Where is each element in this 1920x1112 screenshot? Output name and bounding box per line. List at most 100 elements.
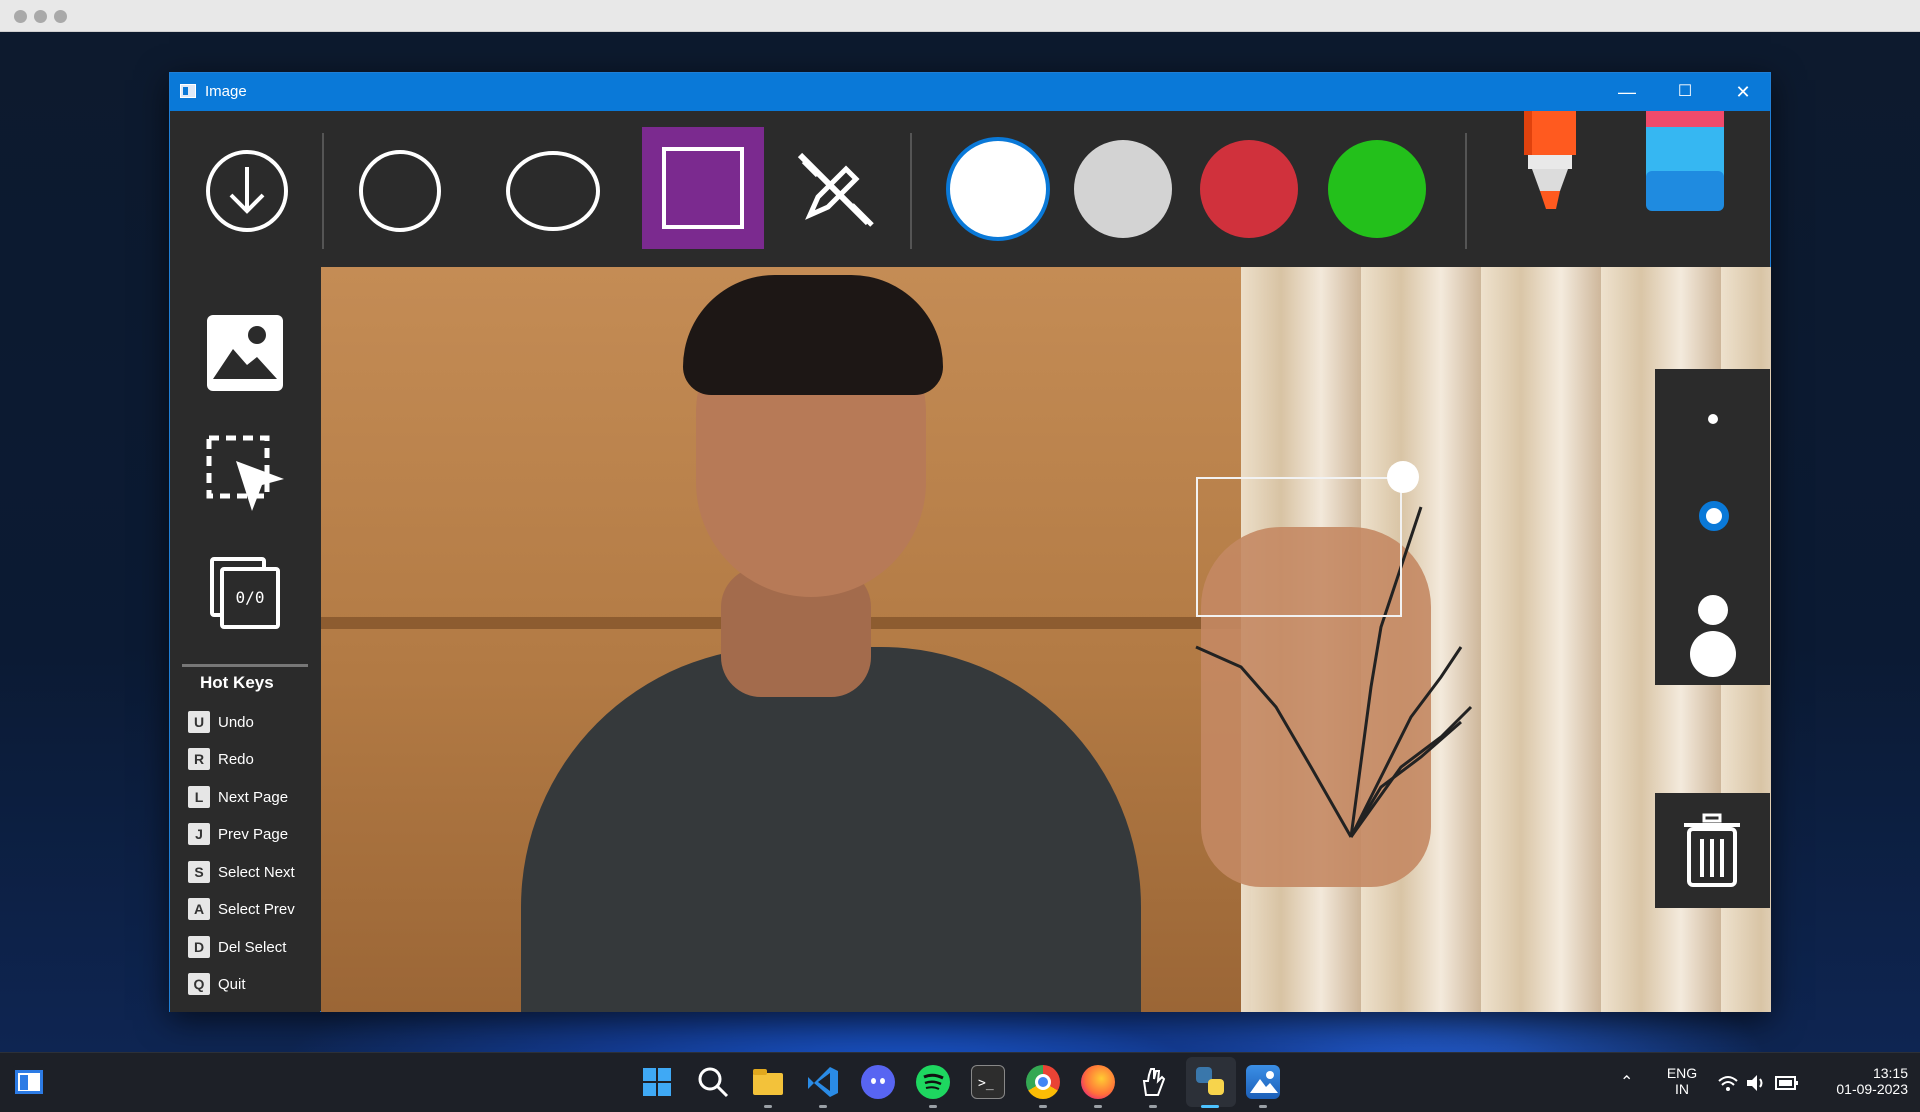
clock-date: 01-09-2023 <box>1836 1081 1908 1097</box>
chrome-icon[interactable] <box>1026 1065 1060 1099</box>
hand-landmarks <box>1195 506 1473 838</box>
python-app-button[interactable] <box>1186 1057 1236 1107</box>
no-draw-pen-icon[interactable] <box>790 145 876 231</box>
top-toolbar <box>170 111 1770 267</box>
terminal-icon[interactable]: >_ <box>971 1065 1005 1099</box>
running-indicator <box>1149 1105 1157 1108</box>
brush-size-4[interactable] <box>1690 631 1736 677</box>
running-indicator <box>1259 1105 1267 1108</box>
hotkey-row: J Prev Page <box>188 823 288 845</box>
minimize-button[interactable]: — <box>1598 73 1656 111</box>
running-indicator <box>1094 1105 1102 1108</box>
hotkey-key: U <box>188 711 210 733</box>
save-download-icon[interactable] <box>205 149 289 233</box>
rectangle-tool-button[interactable] <box>642 127 764 249</box>
hotkey-key: L <box>188 786 210 808</box>
running-indicator <box>929 1105 937 1108</box>
hotkey-label: Redo <box>218 750 254 768</box>
hotkey-key: J <box>188 823 210 845</box>
running-indicator <box>764 1105 772 1108</box>
battery-icon[interactable] <box>1775 1075 1799 1091</box>
color-swatch-red[interactable] <box>1200 140 1298 238</box>
search-icon[interactable] <box>696 1065 730 1099</box>
drawn-rectangle[interactable] <box>1196 477 1402 617</box>
hotkey-row: S Select Next <box>188 861 295 883</box>
camera-canvas[interactable] <box>321 267 1771 1012</box>
hotkey-row: U Undo <box>188 711 254 733</box>
title-bar[interactable]: Image — ☐ ✕ <box>170 73 1770 111</box>
hand-gesture-icon[interactable] <box>1136 1065 1170 1099</box>
running-indicator <box>819 1105 827 1108</box>
clock[interactable]: 13:15 01-09-2023 <box>1808 1065 1908 1097</box>
mac-close-dot[interactable] <box>14 10 27 23</box>
brush-size-1[interactable] <box>1708 414 1718 424</box>
file-explorer-icon[interactable] <box>751 1065 785 1099</box>
app-icon <box>180 84 196 98</box>
app-window: Image — ☐ ✕ 0/0 Hot Keys U Undo R Redo L… <box>169 72 1771 1012</box>
hotkey-key: D <box>188 936 210 958</box>
hotkey-row: Q Quit <box>188 973 246 995</box>
wifi-icon[interactable] <box>1717 1073 1739 1093</box>
hotkey-label: Select Prev <box>218 900 295 918</box>
eraser-icon[interactable] <box>1638 111 1728 215</box>
marker-icon[interactable] <box>1510 111 1580 215</box>
clock-time: 13:15 <box>1872 1065 1908 1081</box>
start-icon[interactable] <box>640 1065 674 1099</box>
hotkey-row: D Del Select <box>188 936 286 958</box>
color-swatch-white[interactable] <box>946 137 1050 241</box>
hotkey-row: R Redo <box>188 748 254 770</box>
color-swatch-gray[interactable] <box>1074 140 1172 238</box>
hotkey-key: A <box>188 898 210 920</box>
running-indicator <box>1039 1105 1047 1108</box>
mac-minimize-dot[interactable] <box>34 10 47 23</box>
active-indicator <box>1201 1105 1219 1108</box>
toolbar-separator <box>322 133 324 249</box>
taskbar: >_ ⌃ ENG IN 13:15 01-09-2023 <box>0 1052 1920 1112</box>
hotkeys-title: Hot Keys <box>200 673 274 692</box>
page-counter-text: 0/0 <box>220 567 280 629</box>
hotkey-row: A Select Prev <box>188 898 295 920</box>
language-line-2: IN <box>1675 1081 1689 1097</box>
volume-icon[interactable] <box>1745 1073 1765 1093</box>
color-swatch-green[interactable] <box>1328 140 1426 238</box>
hotkey-key: S <box>188 861 210 883</box>
hotkey-key: R <box>188 748 210 770</box>
clear-canvas-button[interactable] <box>1655 793 1770 908</box>
brush-size-2[interactable] <box>1699 501 1729 531</box>
hotkey-label: Select Next <box>218 863 295 881</box>
pages-counter-icon[interactable]: 0/0 <box>210 557 280 629</box>
trash-icon <box>1684 813 1740 887</box>
finger-pointer-cursor <box>1387 461 1419 493</box>
language-indicator[interactable]: ENG IN <box>1662 1065 1702 1097</box>
circle-tool-icon[interactable] <box>358 149 442 233</box>
brush-size-panel <box>1655 369 1770 685</box>
rectangle-tool-icon <box>662 147 744 229</box>
image-icon[interactable] <box>207 315 283 391</box>
hotkey-label: Next Page <box>218 788 289 806</box>
window-title: Image <box>205 83 247 100</box>
close-button[interactable]: ✕ <box>1714 73 1772 111</box>
mac-zoom-dot[interactable] <box>54 10 67 23</box>
ellipse-tool-icon[interactable] <box>504 149 602 233</box>
hotkey-row: L Next Page <box>188 786 288 808</box>
select-arrow-icon[interactable] <box>206 435 286 515</box>
outer-window-bar <box>0 0 1920 32</box>
language-line-1: ENG <box>1666 1065 1698 1081</box>
hotkey-label: Del Select <box>218 938 287 956</box>
spotify-icon[interactable] <box>916 1065 950 1099</box>
brush-size-3[interactable] <box>1698 595 1728 625</box>
hotkeys-divider <box>182 664 308 667</box>
firefox-icon[interactable] <box>1081 1065 1115 1099</box>
hotkey-label: Prev Page <box>218 825 289 843</box>
hotkey-key: Q <box>188 973 210 995</box>
maximize-button[interactable]: ☐ <box>1656 73 1714 111</box>
tray-overflow-chevron-icon[interactable]: ⌃ <box>1620 1072 1633 1092</box>
discord-icon[interactable] <box>861 1065 895 1099</box>
toolbar-separator <box>910 133 912 249</box>
left-sidebar: 0/0 Hot Keys U Undo R Redo L Next Page J Pre… <box>170 267 320 1012</box>
hotkey-label: Quit <box>218 975 246 993</box>
widgets-icon[interactable] <box>12 1065 46 1099</box>
hotkey-label: Undo <box>218 713 254 731</box>
photos-icon[interactable] <box>1246 1065 1280 1099</box>
vscode-icon[interactable] <box>806 1065 840 1099</box>
